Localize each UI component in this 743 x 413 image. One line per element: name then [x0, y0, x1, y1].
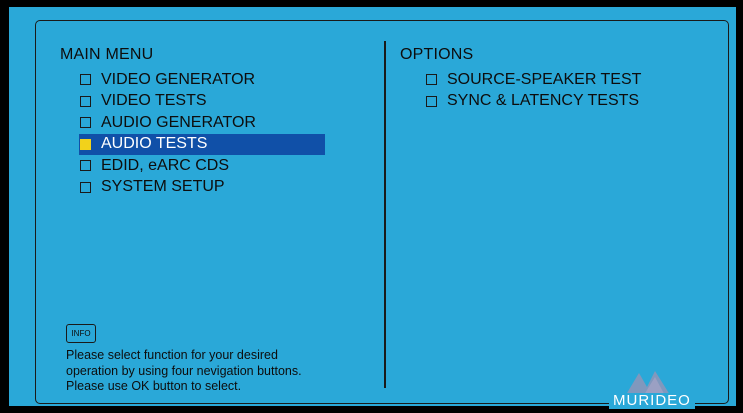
menu-item-label: SYSTEM SETUP: [101, 178, 225, 196]
info-button[interactable]: INFO: [66, 324, 96, 343]
menu-item-label: AUDIO GENERATOR: [101, 113, 256, 131]
menu-item-label: AUDIO TESTS: [101, 135, 208, 153]
checkbox-icon: [426, 95, 437, 107]
option-label: SYNC & LATENCY TESTS: [447, 92, 640, 110]
menu-item-label: EDID, eARC CDS: [101, 156, 230, 174]
menu-item-system-setup[interactable]: SYSTEM SETUP: [79, 177, 325, 199]
info-button-label: INFO: [71, 329, 91, 338]
menu-item-video-generator[interactable]: VIDEO GENERATOR: [79, 69, 325, 91]
menu-item-audio-tests[interactable]: AUDIO TESTS: [79, 133, 325, 155]
checkbox-icon: [80, 160, 91, 172]
menu-item-video-tests[interactable]: VIDEO TESTS: [79, 91, 325, 113]
checkbox-icon: [80, 181, 91, 193]
menu-item-label: VIDEO GENERATOR: [101, 70, 256, 88]
menu-item-label: VIDEO TESTS: [101, 92, 207, 110]
menu-item-edid-earc-cds[interactable]: EDID, eARC CDS: [79, 155, 325, 177]
help-line: operation by using four nevigation butto…: [66, 363, 302, 378]
help-text: Please select function for your desired …: [66, 348, 302, 395]
options-list: SOURCE-SPEAKER TEST SYNC & LATENCY TESTS: [425, 69, 685, 112]
main-menu-list: VIDEO GENERATOR VIDEO TESTS AUDIO GENERA…: [79, 69, 325, 198]
menu-screen: MAIN MENU VIDEO GENERATOR VIDEO TESTS AU…: [9, 7, 736, 409]
brand-name: MURIDEO: [609, 393, 695, 409]
checkbox-icon: [80, 95, 91, 107]
checkbox-icon: [80, 138, 91, 150]
option-label: SOURCE-SPEAKER TEST: [447, 70, 642, 88]
column-divider: [384, 41, 386, 388]
main-menu-title: MAIN MENU: [60, 46, 154, 63]
checkbox-icon: [80, 74, 91, 86]
help-line: Please use OK button to select.: [66, 379, 242, 393]
menu-item-audio-generator[interactable]: AUDIO GENERATOR: [79, 112, 325, 134]
checkbox-icon: [426, 74, 437, 86]
help-line: Please select function for your desired: [66, 348, 278, 362]
checkbox-icon: [80, 117, 91, 129]
options-title: OPTIONS: [400, 46, 474, 63]
option-sync-latency-tests[interactable]: SYNC & LATENCY TESTS: [425, 91, 685, 113]
option-source-speaker-test[interactable]: SOURCE-SPEAKER TEST: [425, 69, 685, 91]
